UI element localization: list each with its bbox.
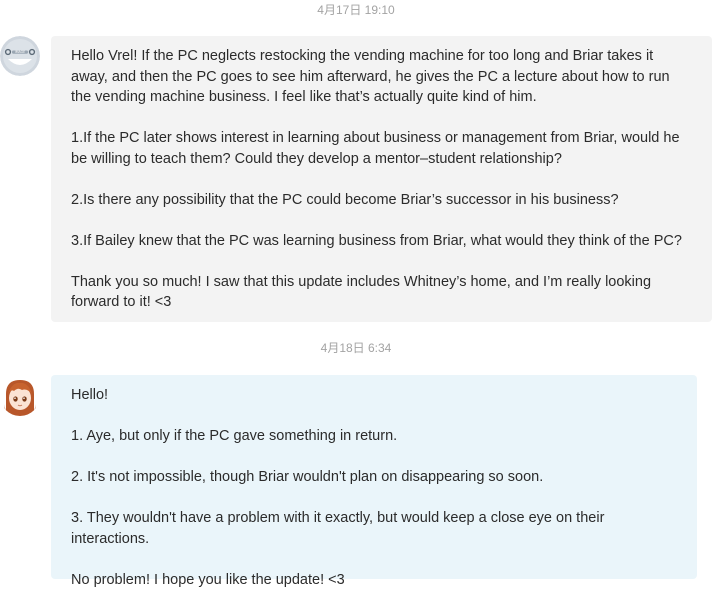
message-paragraph: 2. It's not impossible, though Briar wou…: [71, 469, 544, 485]
message-timestamp: 4月17日 19:10: [317, 3, 395, 17]
message-bubble-incoming: Hello Vrel! If the PC neglects restockin…: [51, 36, 712, 322]
message-paragraph: 3.If Bailey knew that the PC was learnin…: [71, 232, 682, 249]
message-paragraph: Thank you so much! I saw that this updat…: [71, 273, 652, 311]
svg-text:IMAGE: IMAGE: [15, 50, 25, 54]
message-paragraph: No problem! I hope you like the update! …: [71, 571, 345, 588]
message-bubble-reply: Hello! 1. Aye, but only if the PC gave s…: [51, 375, 697, 588]
user-avatar-logo-icon: IMAGE: [0, 36, 40, 76]
message-paragraph: 1. Aye, but only if the PC gave somethin…: [71, 428, 398, 444]
message-timestamp: 4月18日 6:34: [320, 341, 392, 355]
anime-character-avatar-icon: [0, 376, 40, 416]
sender-avatar[interactable]: IMAGE: [0, 36, 40, 76]
message-paragraph: 3. They wouldn't have a problem with it …: [71, 510, 605, 547]
message-paragraph: Hello!: [71, 387, 109, 403]
sender-avatar[interactable]: [0, 376, 40, 416]
message-paragraph: 1.If the PC later shows interest in lear…: [71, 130, 680, 167]
message-thread: 4月17日 19:10 IMAGE Hello Vrel! If the PC …: [0, 0, 712, 590]
message-paragraph: 2.Is there any possibility that the PC c…: [71, 191, 619, 208]
message-paragraph: Hello Vrel! If the PC neglects restockin…: [71, 48, 670, 105]
